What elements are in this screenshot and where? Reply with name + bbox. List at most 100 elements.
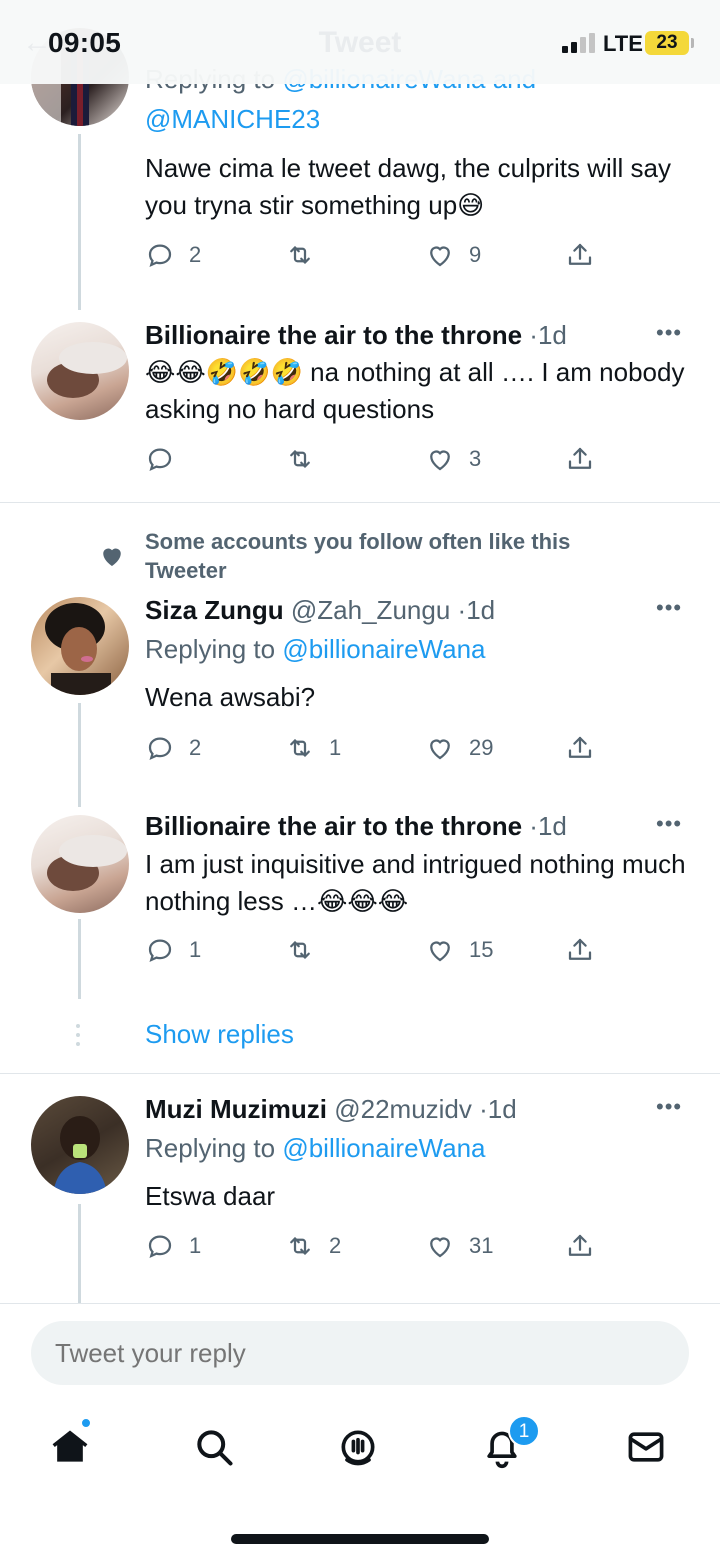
user-handle[interactable]: @22muzidv xyxy=(334,1094,472,1124)
more-options-icon[interactable]: ••• xyxy=(656,1094,682,1120)
timestamp: 1d xyxy=(466,595,496,625)
timestamp: 1d xyxy=(537,811,567,841)
like-button[interactable]: 15 xyxy=(425,933,493,967)
reply-button[interactable]: 1 xyxy=(145,1229,201,1263)
reply-icon xyxy=(148,244,172,268)
reply-to: Replying to @billionaireWana xyxy=(145,634,486,664)
share-button[interactable] xyxy=(565,238,595,272)
tweet-text: Wena awsabi? xyxy=(145,682,316,712)
mention-link[interactable]: @billionaireWana xyxy=(282,634,485,664)
reply-icon xyxy=(148,939,172,963)
share-icon xyxy=(568,938,592,960)
like-count: 15 xyxy=(469,937,494,962)
heart-icon xyxy=(430,1237,450,1258)
reply-button[interactable] xyxy=(145,442,189,476)
display-name[interactable]: Billionaire the air to the throne xyxy=(145,811,522,841)
retweet-count: 1 xyxy=(329,735,342,760)
social-context: Some accounts you follow often like this… xyxy=(145,529,571,583)
retweet-count: 2 xyxy=(329,1233,342,1258)
like-count: 29 xyxy=(469,735,494,760)
reply-button[interactable]: 2 xyxy=(145,238,201,272)
thread-line xyxy=(78,703,81,807)
share-button[interactable] xyxy=(565,442,595,476)
like-button[interactable]: 31 xyxy=(425,1229,493,1263)
reply-input[interactable] xyxy=(31,1321,689,1385)
retweet-icon xyxy=(290,1237,310,1255)
tweet-actions: 1 2 31 xyxy=(145,1229,605,1263)
network-type: LTE xyxy=(603,31,643,56)
tweet-text: 😂😂🤣🤣🤣 na nothing at all …. I am nobody a… xyxy=(145,357,685,424)
reply-icon xyxy=(148,448,172,472)
avatar[interactable] xyxy=(31,1096,129,1194)
share-icon xyxy=(568,243,592,265)
tab-notifications[interactable]: 1 xyxy=(480,1415,540,1475)
more-options-icon[interactable]: ••• xyxy=(656,595,682,621)
more-options-icon[interactable]: ••• xyxy=(656,320,682,346)
display-name[interactable]: Siza Zungu xyxy=(145,595,284,625)
retweet-icon xyxy=(290,739,310,757)
share-button[interactable] xyxy=(565,933,595,967)
share-button[interactable] xyxy=(565,731,595,765)
tab-spaces[interactable] xyxy=(336,1425,386,1475)
tweet-header: Muzi Muzimuzi @22muzidv ·1d xyxy=(145,1094,517,1124)
display-name[interactable]: Billionaire the air to the throne xyxy=(145,320,522,350)
like-count: 31 xyxy=(469,1233,494,1258)
status-time: 09:05 xyxy=(48,27,122,58)
tweet-header: Siza Zungu @Zah_Zungu ·1d xyxy=(145,595,496,625)
reply-count: 2 xyxy=(189,735,202,760)
timestamp: 1d xyxy=(537,320,567,350)
avatar[interactable] xyxy=(31,815,129,913)
tweet-actions: 3 xyxy=(145,442,605,476)
reply-button[interactable]: 2 xyxy=(145,731,201,765)
share-button[interactable] xyxy=(565,1229,595,1263)
avatar[interactable] xyxy=(31,322,129,420)
show-replies-link[interactable]: Show replies xyxy=(145,1019,294,1050)
search-icon xyxy=(197,1430,233,1466)
retweet-button[interactable] xyxy=(285,238,329,272)
mention-link[interactable]: @billionaireWana xyxy=(282,1133,485,1163)
battery-tip xyxy=(691,38,694,48)
spaces-icon xyxy=(341,1430,375,1466)
status-bar: ← Tweet 09:05 LTE 23 xyxy=(0,0,720,84)
like-count: 3 xyxy=(469,446,482,471)
thread-line xyxy=(78,1204,81,1303)
like-count: 9 xyxy=(469,242,482,267)
tab-messages[interactable] xyxy=(624,1425,674,1475)
tweet[interactable]: Billionaire the air to the throne ·1d ••… xyxy=(0,310,720,502)
like-button[interactable]: 3 xyxy=(425,442,481,476)
tweet-actions: 2 1 29 xyxy=(145,731,605,765)
share-icon xyxy=(568,736,592,758)
retweet-button[interactable] xyxy=(285,933,329,967)
retweet-button[interactable] xyxy=(285,442,329,476)
home-indicator xyxy=(231,1534,489,1544)
reply-composer xyxy=(0,1303,720,1403)
timestamp: 1d xyxy=(487,1094,517,1124)
like-button[interactable]: 29 xyxy=(425,731,493,765)
retweet-button[interactable]: 1 xyxy=(285,731,341,765)
thread-line xyxy=(78,919,81,999)
heart-icon xyxy=(430,739,450,760)
user-handle[interactable]: @Zah_Zungu xyxy=(291,595,450,625)
tweet-header: Billionaire the air to the throne ·1d xyxy=(145,811,567,841)
heart-icon xyxy=(430,941,450,962)
tab-bar: 1 xyxy=(0,1403,720,1559)
retweet-button[interactable]: 2 xyxy=(285,1229,341,1263)
avatar[interactable] xyxy=(31,597,129,695)
reply-button[interactable]: 1 xyxy=(145,933,201,967)
tweet[interactable]: Some accounts you follow often like this… xyxy=(0,503,720,807)
tweet-text: Etswa daar xyxy=(145,1181,276,1211)
tweet-text: Nawe cima le tweet dawg, the culprits wi… xyxy=(145,153,671,220)
display-name[interactable]: Muzi Muzimuzi xyxy=(145,1094,327,1124)
mention-link[interactable]: @MANICHE23 xyxy=(145,104,320,134)
retweet-icon xyxy=(290,450,310,468)
tweet[interactable]: Muzi Muzimuzi @22muzidv ·1d ••• Replying… xyxy=(0,1074,720,1303)
more-options-icon[interactable]: ••• xyxy=(656,811,682,837)
tab-search[interactable] xyxy=(192,1425,242,1475)
like-button[interactable]: 9 xyxy=(425,238,481,272)
reply-count: 2 xyxy=(189,242,202,267)
home-icon xyxy=(52,1430,88,1462)
reply-count: 1 xyxy=(189,937,202,962)
tab-home[interactable] xyxy=(48,1417,98,1475)
tweet[interactable]: Billionaire the air to the throne ·1d ••… xyxy=(0,803,720,1013)
share-icon xyxy=(568,1234,592,1256)
